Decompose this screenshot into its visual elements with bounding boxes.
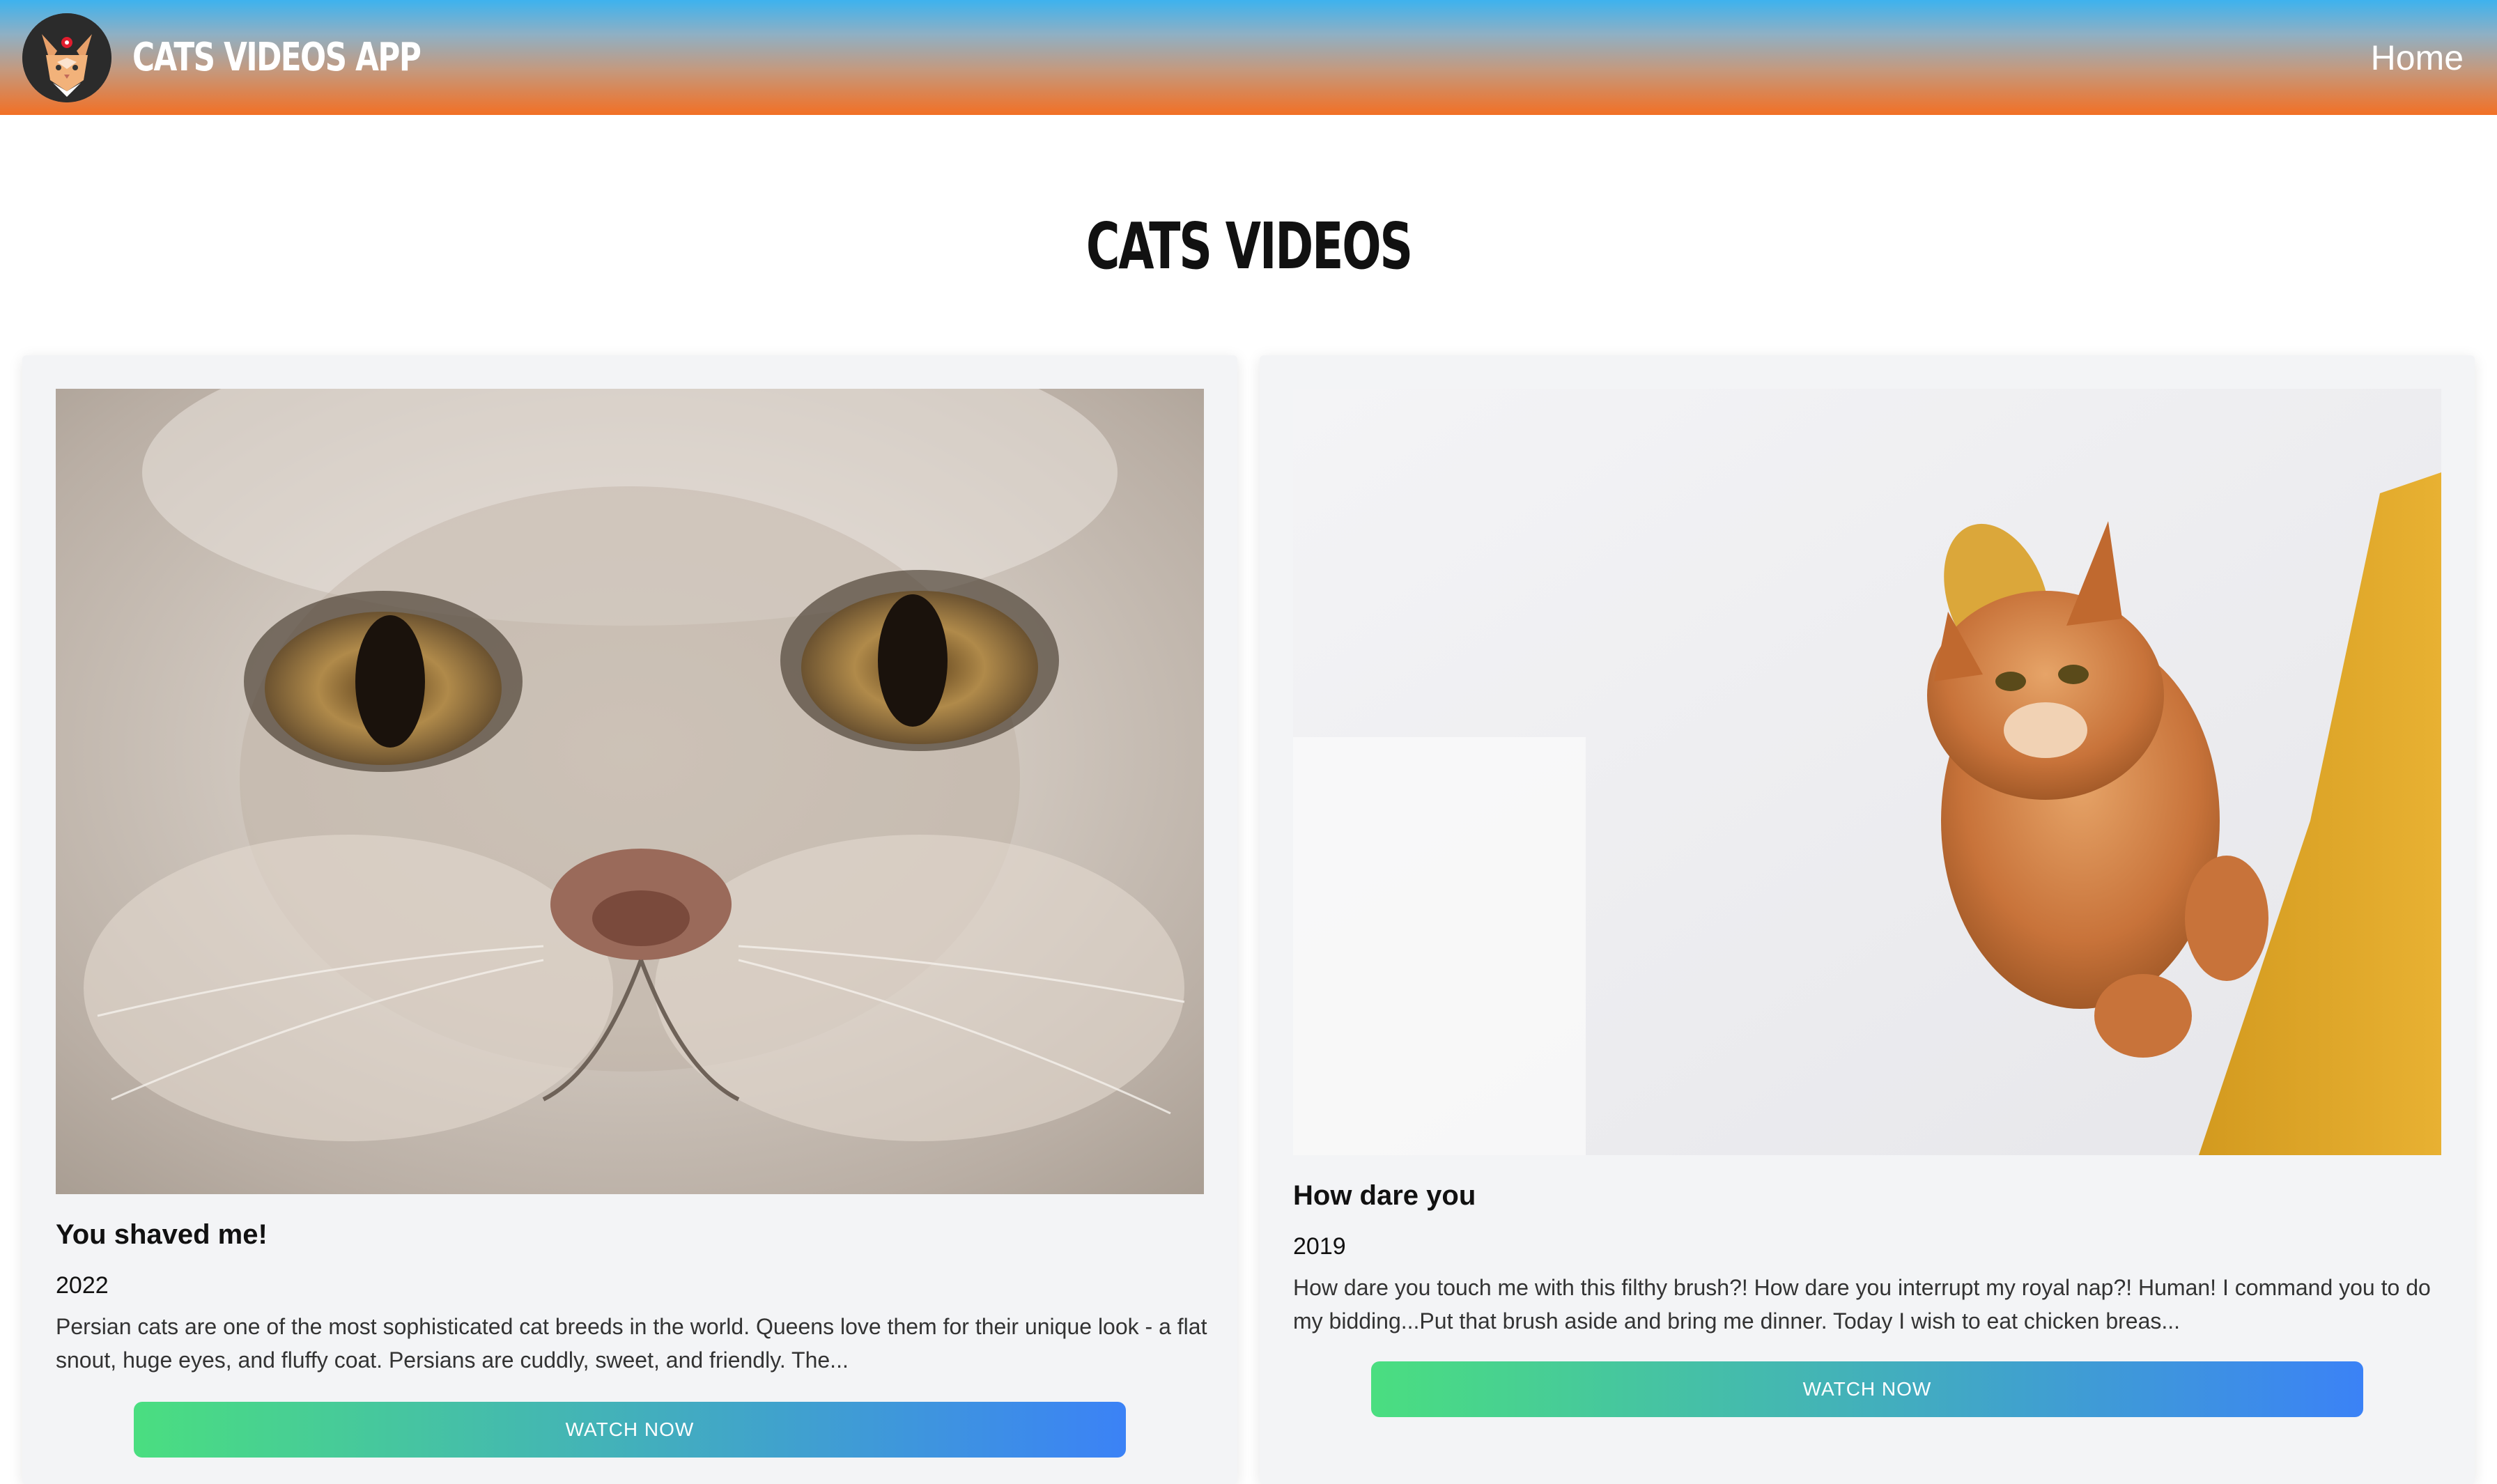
page-title: CATS VIDEOS [0,209,2497,284]
maine-coon-cat-image [1293,389,2441,1155]
navbar: CATS VIDEOS APP Home [0,0,2497,115]
app-title[interactable]: CATS VIDEOS APP [132,35,422,80]
video-card: You shaved me! 2022 Persian cats are one… [22,355,1237,1484]
video-thumbnail[interactable] [1293,389,2441,1155]
video-description: How dare you touch me with this filthy b… [1293,1275,2431,1334]
nav-home-link[interactable]: Home [2371,38,2464,78]
cat-logo-icon[interactable] [22,13,111,102]
video-title[interactable]: You shaved me! [56,1219,268,1251]
video-year: 2022 [56,1272,109,1299]
watch-now-button[interactable]: WATCH NOW [1371,1361,2363,1417]
video-thumbnail[interactable] [56,389,1204,1194]
brand[interactable]: CATS VIDEOS APP [22,13,502,102]
video-year: 2019 [1293,1233,1346,1260]
video-card: How dare you 2019 How dare you touch me … [1260,355,2475,1484]
watch-now-button[interactable]: WATCH NOW [134,1402,1126,1458]
page-title-text: CATS VIDEOS [1085,209,1412,284]
video-description: Persian cats are one of the most sophist… [56,1314,1207,1373]
video-title[interactable]: How dare you [1293,1180,1476,1212]
persian-cat-image [56,389,1204,1194]
